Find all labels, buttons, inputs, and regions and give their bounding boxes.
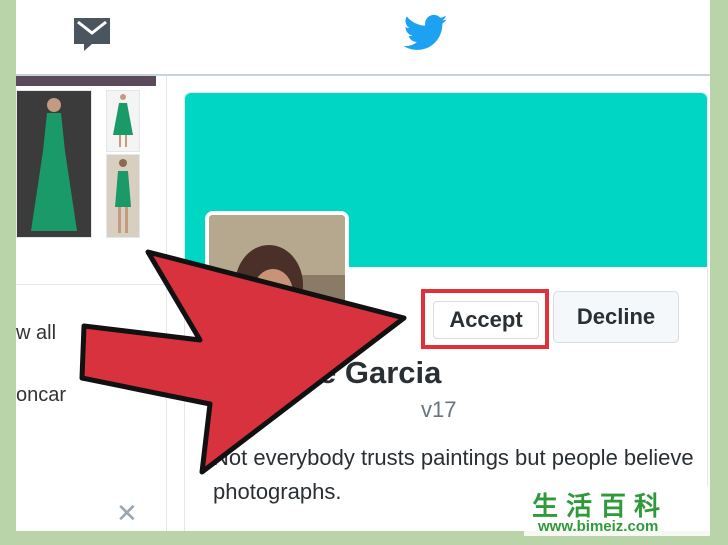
header-image-strip [16, 76, 156, 86]
top-nav [16, 0, 710, 76]
profile-handle[interactable]: v17 [421, 397, 456, 423]
watermark: 生活百科 www.bimeiz.com [524, 486, 710, 536]
dress-photo-main[interactable] [16, 90, 92, 238]
accept-highlight-box: Accept [421, 289, 549, 349]
view-all-link[interactable]: w all [16, 322, 56, 345]
dress-photo-thumb-1[interactable] [106, 90, 140, 152]
accept-button[interactable]: Accept [433, 301, 539, 339]
dress-photo-thumb-2[interactable] [106, 154, 140, 238]
mail-icon[interactable] [72, 16, 112, 52]
decline-button[interactable]: Decline [553, 291, 679, 343]
watermark-url: www.bimeiz.com [538, 518, 659, 535]
red-arrow-icon [79, 249, 407, 475]
twitter-bird-icon[interactable] [404, 14, 448, 52]
suggested-handle-link[interactable]: oncar [16, 384, 66, 407]
close-icon[interactable]: ✕ [116, 500, 138, 526]
